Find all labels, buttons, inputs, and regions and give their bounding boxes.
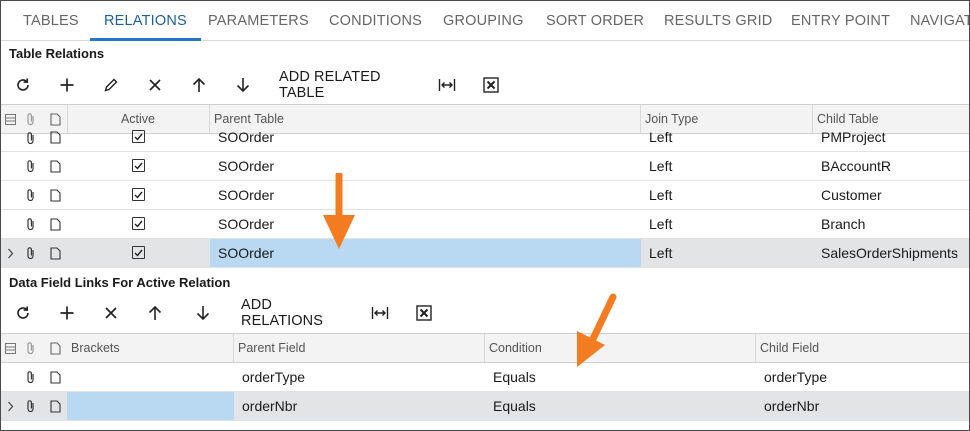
paperclip-header-icon: [21, 334, 41, 362]
col-brackets[interactable]: Brackets: [67, 334, 234, 362]
tab-sort-order[interactable]: SORT ORDER: [546, 1, 644, 41]
fit-columns-icon[interactable]: [435, 69, 459, 101]
chevron-right-icon[interactable]: [1, 239, 19, 267]
tab-parameters[interactable]: PARAMETERS: [208, 1, 309, 41]
note-icon[interactable]: [45, 239, 65, 267]
child-field-cell[interactable]: orderType: [756, 363, 969, 391]
plus-icon[interactable]: [55, 69, 79, 101]
note-icon[interactable]: [45, 152, 65, 180]
arrow-up-icon[interactable]: [143, 297, 167, 329]
tab-results-grid[interactable]: RESULTS GRID: [664, 1, 772, 41]
join-type-cell[interactable]: Left: [641, 152, 813, 180]
tab-entry-point[interactable]: ENTRY POINT: [791, 1, 890, 41]
active-checkbox[interactable]: [132, 130, 145, 143]
excel-export-icon[interactable]: [412, 297, 436, 329]
table-row[interactable]: SOOrder Left Branch: [1, 210, 969, 239]
parent-field-cell[interactable]: orderType: [234, 363, 485, 391]
col-active[interactable]: Active: [67, 105, 210, 133]
annotation-arrow-down: [323, 173, 355, 249]
join-type-cell[interactable]: Left: [641, 239, 813, 267]
close-icon[interactable]: [99, 297, 123, 329]
col-parent-field[interactable]: Parent Field: [234, 334, 485, 362]
screen: TABLES RELATIONS PARAMETERS CONDITIONS G…: [0, 0, 970, 431]
brackets-cell[interactable]: [67, 363, 234, 391]
join-type-cell[interactable]: Left: [641, 123, 813, 151]
note-icon[interactable]: [45, 128, 65, 147]
pencil-icon[interactable]: [99, 69, 123, 101]
fit-columns-icon[interactable]: [368, 297, 392, 329]
child-table-cell[interactable]: PMProject: [813, 123, 969, 151]
note-icon[interactable]: [45, 363, 65, 391]
add-relations-button[interactable]: ADD RELATIONS: [241, 297, 347, 329]
close-icon[interactable]: [143, 69, 167, 101]
paperclip-icon[interactable]: [21, 363, 41, 391]
arrow-up-icon[interactable]: [187, 69, 211, 101]
note-icon[interactable]: [45, 210, 65, 238]
tab-tables[interactable]: TABLES: [23, 1, 79, 41]
chevron-right-icon[interactable]: [1, 392, 19, 420]
plus-icon[interactable]: [55, 297, 79, 329]
grid-header: Brackets Parent Field Condition Child Fi…: [1, 333, 969, 363]
table-row-selected[interactable]: SOOrder Left SalesOrderShipments: [1, 239, 969, 268]
parent-table-cell[interactable]: SOOrder: [210, 210, 641, 238]
paperclip-icon[interactable]: [21, 392, 41, 420]
paperclip-icon[interactable]: [21, 128, 41, 147]
parent-table-cell[interactable]: SOOrder: [210, 239, 641, 267]
table-row[interactable]: orderType Equals orderType: [1, 363, 969, 392]
paperclip-icon[interactable]: [21, 239, 41, 267]
paperclip-icon[interactable]: [21, 152, 41, 180]
child-table-cell[interactable]: BAccountR: [813, 152, 969, 180]
child-table-cell[interactable]: Branch: [813, 210, 969, 238]
child-field-cell[interactable]: orderNbr: [756, 392, 969, 420]
tab-bar: TABLES RELATIONS PARAMETERS CONDITIONS G…: [1, 1, 969, 41]
excel-export-icon[interactable]: [479, 69, 503, 101]
refresh-icon[interactable]: [11, 297, 35, 329]
table-row[interactable]: SOOrder Left Customer: [1, 181, 969, 210]
note-icon[interactable]: [45, 392, 65, 420]
col-child-field[interactable]: Child Field: [756, 334, 969, 362]
tab-navigation[interactable]: NAVIGATI: [910, 1, 969, 41]
paperclip-icon[interactable]: [21, 181, 41, 209]
refresh-icon[interactable]: [11, 69, 35, 101]
table-row[interactable]: SOOrder Left BAccountR: [1, 152, 969, 181]
child-table-cell[interactable]: Customer: [813, 181, 969, 209]
tab-grouping[interactable]: GROUPING: [443, 1, 524, 41]
arrow-down-icon[interactable]: [191, 297, 215, 329]
tab-relations[interactable]: RELATIONS: [90, 1, 201, 41]
parent-table-cell[interactable]: SOOrder: [210, 123, 641, 151]
table-row-selected[interactable]: orderNbr Equals orderNbr: [1, 392, 969, 421]
table-row[interactable]: SOOrder Left PMProject: [1, 129, 969, 152]
arrow-down-icon[interactable]: [231, 69, 255, 101]
active-checkbox[interactable]: [132, 159, 145, 172]
brackets-cell[interactable]: [67, 392, 234, 420]
join-type-cell[interactable]: Left: [641, 181, 813, 209]
active-checkbox[interactable]: [132, 246, 145, 259]
parent-field-cell[interactable]: orderNbr: [234, 392, 485, 420]
active-checkbox[interactable]: [132, 188, 145, 201]
annotation-arrow-diagonal: [577, 293, 617, 367]
note-icon[interactable]: [45, 181, 65, 209]
join-type-cell[interactable]: Left: [641, 210, 813, 238]
note-header-icon: [45, 334, 65, 362]
tab-conditions[interactable]: CONDITIONS: [329, 1, 422, 41]
parent-table-cell[interactable]: SOOrder: [210, 152, 641, 180]
child-table-cell[interactable]: SalesOrderShipments: [813, 239, 969, 267]
row-selector-header-icon[interactable]: [1, 105, 19, 133]
add-related-table-button[interactable]: ADD RELATED TABLE: [279, 69, 413, 101]
parent-table-cell[interactable]: SOOrder: [210, 181, 641, 209]
active-checkbox[interactable]: [132, 217, 145, 230]
condition-cell[interactable]: Equals: [485, 392, 756, 420]
row-selector-header-icon[interactable]: [1, 334, 19, 362]
data-field-links-title: Data Field Links For Active Relation: [9, 275, 231, 290]
table-relations-title: Table Relations: [9, 46, 105, 61]
paperclip-icon[interactable]: [21, 210, 41, 238]
